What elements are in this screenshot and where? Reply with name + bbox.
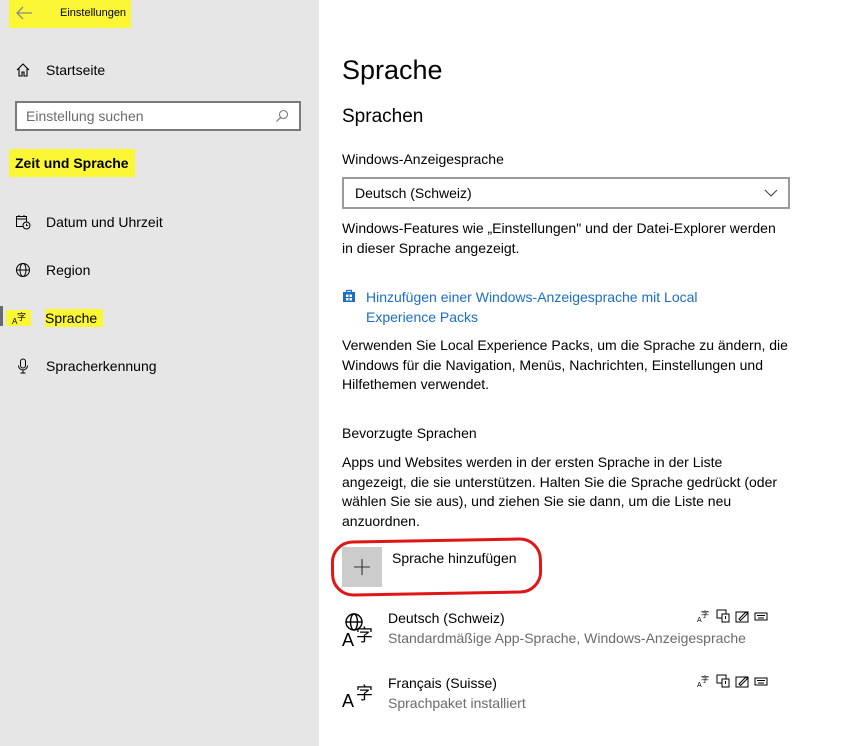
sidebar-item-region[interactable]: Region xyxy=(15,259,90,281)
search-input[interactable] xyxy=(17,107,275,125)
svg-text:字: 字 xyxy=(356,684,373,704)
add-language-button[interactable] xyxy=(342,547,382,587)
svg-text:字: 字 xyxy=(701,609,709,619)
globe-icon xyxy=(15,262,31,278)
sidebar-item-date-time[interactable]: Datum und Uhrzeit xyxy=(15,211,163,233)
search-box[interactable] xyxy=(15,101,301,131)
add-lxp-link-text[interactable]: Hinzufügen einer Windows-Anzeigesprache … xyxy=(366,287,736,327)
active-indicator xyxy=(0,306,3,326)
sidebar-item-label: Sprache xyxy=(45,309,104,327)
back-arrow-icon[interactable] xyxy=(15,5,33,21)
handwriting-feature-icon xyxy=(735,611,749,623)
preferred-languages-description: Apps und Websites werden in der ersten S… xyxy=(342,454,778,529)
svg-text:A: A xyxy=(342,691,354,711)
language-features: A 字 xyxy=(697,609,768,623)
plus-icon xyxy=(354,559,370,575)
section-subtitle: Sprachen xyxy=(342,106,424,127)
svg-text:字: 字 xyxy=(17,311,26,323)
preferred-languages-label: Bevorzugte Sprachen xyxy=(342,425,477,441)
language-entry-fr-ch[interactable]: A 字 Français (Suisse) Sprachpaket instal… xyxy=(342,674,787,723)
page-title: Sprache xyxy=(342,55,443,85)
sidebar-item-label: Spracherkennung xyxy=(46,358,157,374)
speech-feature-icon xyxy=(716,609,730,623)
sidebar-item-label: Region xyxy=(46,262,91,278)
language-icon: A 字 xyxy=(342,684,373,711)
calendar-clock-icon xyxy=(15,214,31,230)
sidebar-item-language[interactable]: A 字 Sprache xyxy=(6,307,104,329)
microphone-icon xyxy=(15,358,31,374)
home-nav-item[interactable]: Startseite xyxy=(15,59,105,81)
display-language-feature-icon: A 字 xyxy=(697,609,709,623)
chevron-down-icon xyxy=(764,189,778,197)
language-detail: Standardmäßige App-Sprache, Windows-Anze… xyxy=(388,630,746,646)
display-language-feature-icon: A 字 xyxy=(697,674,709,688)
speech-feature-icon xyxy=(716,674,730,688)
section-title: Zeit und Sprache xyxy=(9,149,135,177)
language-features: A 字 xyxy=(697,674,768,688)
lxp-description: Verwenden Sie Local Experience Packs, um… xyxy=(342,337,788,392)
store-icon xyxy=(343,289,355,302)
display-language-label: Windows-Anzeigesprache xyxy=(342,151,504,167)
add-language-label[interactable]: Sprache hinzufügen xyxy=(392,550,517,566)
sidebar-item-label: Datum und Uhrzeit xyxy=(46,214,163,230)
language-name: Deutsch (Schweiz) xyxy=(388,610,505,626)
keyboard-feature-icon xyxy=(754,677,768,686)
language-detail: Sprachpaket installiert xyxy=(388,695,526,711)
search-icon[interactable] xyxy=(275,109,289,123)
display-language-dropdown[interactable]: Deutsch (Schweiz) xyxy=(342,177,790,209)
add-lxp-link[interactable]: Hinzufügen einer Windows-Anzeigesprache … xyxy=(342,287,736,327)
language-globe-icon: A 字 xyxy=(342,613,373,648)
display-language-value: Deutsch (Schweiz) xyxy=(355,185,472,201)
window-title: Einstellungen xyxy=(60,7,127,19)
svg-text:字: 字 xyxy=(356,626,373,646)
handwriting-feature-icon xyxy=(735,676,749,688)
sidebar-item-speech[interactable]: Spracherkennung xyxy=(15,355,157,377)
svg-text:字: 字 xyxy=(701,674,709,684)
svg-text:A: A xyxy=(342,630,354,648)
language-icon: A 字 xyxy=(6,310,31,326)
navigation-pane: Einstellungen Startseite Zeit und Sprach… xyxy=(0,0,319,746)
language-name: Français (Suisse) xyxy=(388,675,497,691)
keyboard-feature-icon xyxy=(754,612,768,621)
language-entry-de-ch[interactable]: A 字 Deutsch (Schweiz) Standardmäßige App… xyxy=(342,609,787,658)
home-label: Startseite xyxy=(46,62,106,78)
home-icon xyxy=(16,63,30,77)
title-bar: Einstellungen xyxy=(9,0,131,28)
display-language-description: Windows-Features wie „Einstellungen" und… xyxy=(342,220,776,256)
